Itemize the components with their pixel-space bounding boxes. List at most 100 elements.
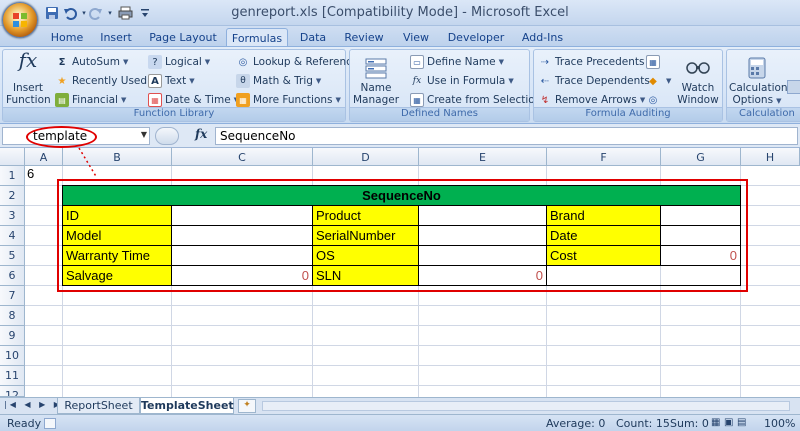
- column-header-h[interactable]: H: [741, 148, 800, 166]
- splitter-handle[interactable]: [155, 127, 179, 145]
- select-all-corner[interactable]: [0, 148, 25, 166]
- label-date[interactable]: Date: [547, 226, 661, 246]
- row-header-4[interactable]: 4: [0, 226, 25, 246]
- recently-used-button[interactable]: ★ Recently Used▼: [55, 72, 156, 90]
- trace-dependents-button[interactable]: ⇠ Trace Dependents: [538, 72, 650, 90]
- insert-sheet-icon[interactable]: ✦: [238, 399, 256, 413]
- empty-merged-cell[interactable]: [547, 266, 741, 286]
- worksheet-grid[interactable]: A B C D E F G H 1 2 3 4 5 6 7 8 9 10 11 …: [0, 148, 800, 397]
- value-sln[interactable]: 0: [419, 266, 547, 286]
- value-model[interactable]: [172, 226, 313, 246]
- logical-icon: ?: [148, 55, 162, 69]
- tab-developer[interactable]: Developer: [441, 28, 511, 47]
- sheet-tab-templatesheet[interactable]: TemplateSheet: [140, 398, 234, 414]
- label-id[interactable]: ID: [63, 206, 172, 226]
- watch-window-button[interactable]: Watch Window: [676, 56, 720, 106]
- office-button[interactable]: [2, 2, 38, 38]
- error-checking-button[interactable]: ◆ ▼: [646, 72, 671, 90]
- label-cost[interactable]: Cost: [547, 246, 661, 266]
- save-icon[interactable]: [44, 5, 60, 21]
- sheet-tab-reportsheet[interactable]: ReportSheet: [57, 398, 140, 414]
- row-header-2[interactable]: 2: [0, 186, 25, 206]
- column-header-g[interactable]: G: [661, 148, 741, 166]
- row-header-5[interactable]: 5: [0, 246, 25, 266]
- show-formulas-button[interactable]: ▦: [646, 53, 663, 71]
- cell-a1[interactable]: 6: [25, 166, 55, 185]
- trace-dependents-icon: ⇠: [540, 75, 550, 87]
- row-header-9[interactable]: 9: [0, 326, 25, 346]
- column-header-c[interactable]: C: [172, 148, 313, 166]
- normal-view-icon[interactable]: ▦: [711, 417, 720, 428]
- label-os[interactable]: OS: [313, 246, 419, 266]
- column-header-d[interactable]: D: [313, 148, 419, 166]
- create-selection-icon: ▦: [410, 93, 424, 107]
- chevron-down-icon[interactable]: ▼: [141, 130, 147, 139]
- zoom-level[interactable]: 100%: [764, 417, 795, 430]
- autosum-button[interactable]: Σ AutoSum ▼: [55, 53, 129, 71]
- row-header-8[interactable]: 8: [0, 306, 25, 326]
- sheet-tab-bar: |◀ ◀ ▶ ▶| ReportSheet TemplateSheet ✦: [0, 397, 800, 414]
- trace-precedents-button[interactable]: ⇢ Trace Precedents: [538, 53, 645, 71]
- tab-page-layout[interactable]: Page Layout: [144, 28, 222, 47]
- value-product[interactable]: [419, 206, 547, 226]
- value-salvage[interactable]: 0: [172, 266, 313, 286]
- tab-home[interactable]: Home: [45, 28, 89, 47]
- macro-record-icon[interactable]: [44, 418, 56, 429]
- calculate-now-icon[interactable]: [787, 80, 800, 94]
- value-cost[interactable]: 0: [661, 246, 741, 266]
- horizontal-scrollbar[interactable]: [262, 401, 790, 411]
- row-header-10[interactable]: 10: [0, 346, 25, 366]
- row-header-3[interactable]: 3: [0, 206, 25, 226]
- label-brand[interactable]: Brand: [547, 206, 661, 226]
- text-button[interactable]: A Text ▼: [148, 72, 195, 90]
- calculation-options-button[interactable]: Calculation Options ▼: [729, 56, 788, 107]
- tab-add-ins[interactable]: Add-Ins: [515, 28, 570, 47]
- label-warranty-time[interactable]: Warranty Time: [63, 246, 172, 266]
- label-salvage[interactable]: Salvage: [63, 266, 172, 286]
- math-trig-button[interactable]: θ Math & Trig ▼: [236, 72, 321, 90]
- name-box[interactable]: template ▼: [2, 127, 150, 145]
- row-header-1[interactable]: 1: [0, 166, 25, 186]
- tab-insert[interactable]: Insert: [94, 28, 138, 47]
- use-in-formula-button[interactable]: fx Use in Formula ▼: [410, 72, 514, 90]
- formula-input[interactable]: SequenceNo: [215, 127, 798, 145]
- value-os[interactable]: [419, 246, 547, 266]
- tab-review[interactable]: Review: [338, 28, 390, 47]
- customize-qat-icon[interactable]: [137, 5, 153, 21]
- header-cell[interactable]: SequenceNo: [63, 186, 741, 206]
- tab-view[interactable]: View: [396, 28, 436, 47]
- tab-formulas[interactable]: Formulas: [226, 28, 288, 47]
- trace-precedents-icon: ⇢: [540, 56, 550, 68]
- value-id[interactable]: [172, 206, 313, 226]
- name-box-value: template: [33, 129, 88, 143]
- value-serial-number[interactable]: [419, 226, 547, 246]
- lookup-reference-button[interactable]: ◎ Lookup & Reference▼: [236, 53, 367, 71]
- page-break-view-icon[interactable]: ▤: [737, 417, 746, 428]
- row-header-12[interactable]: 12: [0, 386, 25, 397]
- logical-button[interactable]: ? Logical ▼: [148, 53, 210, 71]
- define-name-button[interactable]: ▭ Define Name ▼: [410, 53, 504, 71]
- print-icon[interactable]: [117, 5, 133, 21]
- status-bar: Ready Average: 0 Count: 15 Sum: 0 ▦ ▣ ▤ …: [0, 414, 800, 431]
- row-header-7[interactable]: 7: [0, 286, 25, 306]
- value-brand[interactable]: [661, 206, 741, 226]
- column-header-f[interactable]: F: [547, 148, 661, 166]
- value-warranty-time[interactable]: [172, 246, 313, 266]
- label-product[interactable]: Product: [313, 206, 419, 226]
- page-layout-view-icon[interactable]: ▣: [724, 417, 733, 428]
- column-header-e[interactable]: E: [419, 148, 547, 166]
- name-manager-button[interactable]: Name Manager: [353, 56, 399, 106]
- column-header-b[interactable]: B: [63, 148, 172, 166]
- label-model[interactable]: Model: [63, 226, 172, 246]
- label-sln[interactable]: SLN: [313, 266, 419, 286]
- label-serial-number[interactable]: SerialNumber: [313, 226, 419, 246]
- column-header-a[interactable]: A: [25, 148, 63, 166]
- insert-function-icon[interactable]: fx: [195, 127, 207, 141]
- row-header-11[interactable]: 11: [0, 366, 25, 386]
- text-icon: A: [148, 74, 162, 88]
- row-header-6[interactable]: 6: [0, 266, 25, 286]
- redo-dropdown-icon[interactable]: ▾: [102, 5, 118, 21]
- tab-data[interactable]: Data: [294, 28, 332, 47]
- value-date[interactable]: [661, 226, 741, 246]
- insert-function-button[interactable]: fx Insert Function: [6, 50, 51, 106]
